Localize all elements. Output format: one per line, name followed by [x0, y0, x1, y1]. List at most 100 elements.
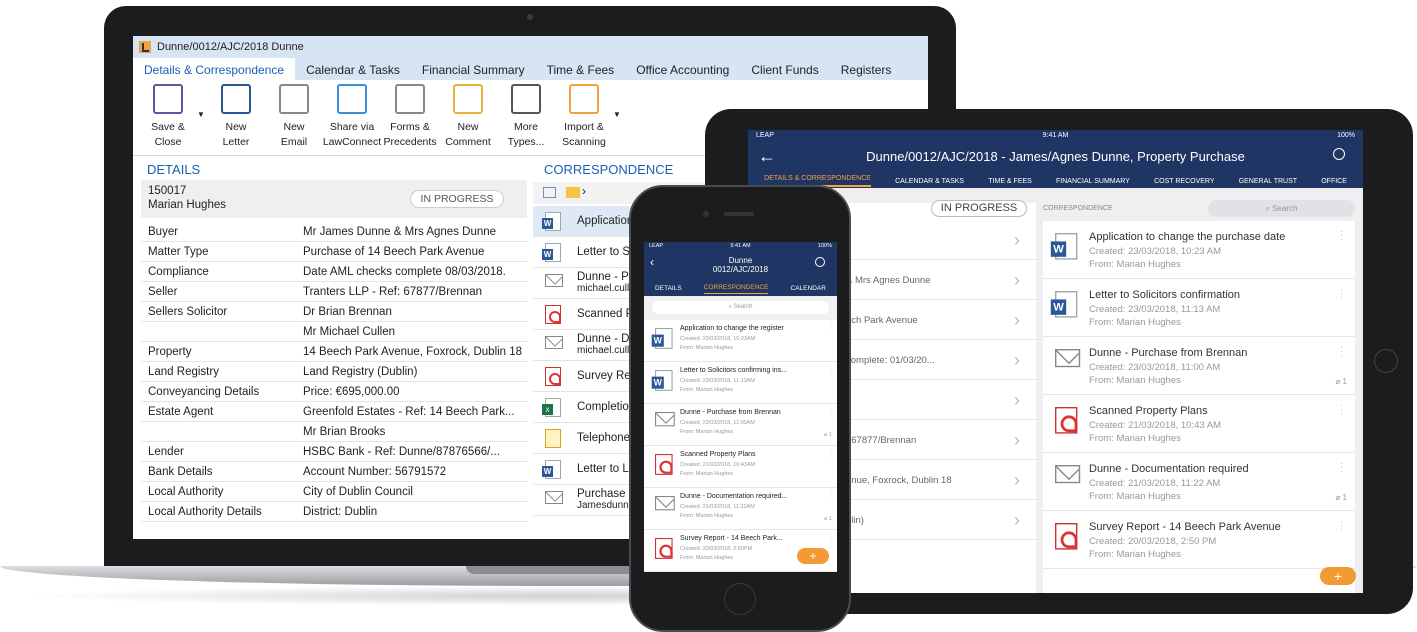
correspondence-item[interactable]: Dunne - Purchase from Brennan Created: 23…	[644, 404, 837, 446]
more-options-icon[interactable]: · · ·	[1340, 517, 1343, 534]
correspondence-item[interactable]: Scanned Property Plans Created: 21/03/201…	[644, 446, 837, 488]
status-badge[interactable]: IN PROGRESS	[931, 200, 1027, 217]
tab-office-accounting[interactable]: Office Accounting	[625, 58, 740, 80]
more-options-icon[interactable]: · · ·	[1340, 227, 1343, 244]
more-options-icon[interactable]: · · ·	[1340, 459, 1343, 476]
details-value[interactable]: Account Number: 56791572	[303, 462, 527, 481]
details-row: Bank Details Account Number: 56791572	[141, 462, 527, 482]
search-input[interactable]: ⌕ Search	[1208, 200, 1355, 217]
timer-icon[interactable]	[815, 257, 825, 267]
details-value[interactable]: Greenfold Estates - Ref: 14 Beech Park..…	[303, 402, 527, 421]
new-email-label2: Email	[280, 136, 308, 148]
details-value[interactable]: Date AML checks complete 08/03/2018.	[303, 262, 527, 281]
forms-precedents-label2: Precedents	[383, 136, 437, 148]
correspondence-heading: CORRESPONDENCE	[1043, 205, 1113, 212]
timer-icon[interactable]	[1333, 148, 1345, 160]
save-close-label1: Save &	[151, 121, 185, 133]
forms-precedents-icon	[395, 84, 425, 114]
word-doc-icon	[651, 370, 673, 391]
more-options-icon[interactable]: · · ·	[830, 448, 832, 460]
matter-title-line1: Dunne	[728, 256, 753, 265]
tab-financial-summary[interactable]: FINANCIAL SUMMARY	[1056, 178, 1130, 185]
new-comment-label2: Comment	[445, 136, 491, 148]
more-options-icon[interactable]: · · ·	[830, 322, 832, 334]
dropdown-arrow-icon[interactable]: ▼	[613, 80, 623, 155]
clock: 9:41 AM	[1042, 132, 1069, 139]
details-value[interactable]: Dr Brian Brennan	[303, 302, 527, 321]
tab-time-fees[interactable]: Time & Fees	[536, 58, 626, 80]
add-button[interactable]: +	[797, 548, 829, 564]
more-options-icon[interactable]: · · ·	[830, 364, 832, 376]
correspondence-item[interactable]: Scanned Property Plans Created: 21/03/201…	[1043, 395, 1355, 453]
new-letter-button[interactable]: New Letter	[207, 80, 265, 155]
details-label: Property	[148, 346, 192, 358]
details-value[interactable]: Mr James Dunne & Mrs Agnes Dunne	[303, 222, 527, 241]
phone-tabs: DETAILS CORRESPONDENCE CALENDAR	[644, 281, 837, 296]
details-value[interactable]: Mr Brian Brooks	[303, 422, 527, 441]
forms-precedents-button[interactable]: Forms & Precedents	[381, 80, 439, 155]
details-value[interactable]: Price: €695,000.00	[303, 382, 527, 401]
tab-time-fees[interactable]: TIME & FEES	[988, 178, 1032, 185]
laptop-notch	[466, 566, 636, 574]
save-close-label2: Close	[154, 136, 182, 148]
tab-client-funds[interactable]: Client Funds	[740, 58, 829, 80]
more-options-icon[interactable]: · · ·	[830, 406, 832, 418]
new-email-button[interactable]: New Email	[265, 80, 323, 155]
correspondence-item[interactable]: Application to change the purchase date C…	[1043, 221, 1355, 279]
details-value[interactable]: Tranters LLP - Ref: 67877/Brennan	[303, 282, 527, 301]
details-row: Lender HSBC Bank - Ref: Dunne/87876566/..…	[141, 442, 527, 462]
more-options-icon[interactable]: · · ·	[1340, 285, 1343, 302]
tab-calendar-tasks[interactable]: Calendar & Tasks	[295, 58, 411, 80]
tab-details[interactable]: DETAILS	[655, 285, 682, 292]
correspondence-item[interactable]: Dunne - Documentation required Created: 2…	[1043, 453, 1355, 511]
tab-calendar[interactable]: CALENDAR	[791, 285, 826, 292]
more-options-icon[interactable]: · · ·	[1340, 343, 1343, 360]
tab-general-trust[interactable]: GENERAL TRUST	[1239, 178, 1297, 185]
details-value[interactable]: District: Dublin	[303, 502, 527, 521]
search-input[interactable]: ⌕ Search	[652, 301, 829, 314]
tab-correspondence[interactable]: CORRESPONDENCE	[703, 284, 769, 294]
correspondence-item[interactable]: Letter to Solicitors confirming ins... Cr…	[644, 362, 837, 404]
excel-doc-icon	[542, 398, 561, 417]
details-value[interactable]: Mr Michael Cullen	[303, 322, 527, 341]
correspondence-item[interactable]: Survey Report - 14 Beech Park Avenue Crea…	[1043, 511, 1355, 569]
correspondence-item[interactable]: Application to change the register Create…	[644, 320, 837, 362]
tab-registers[interactable]: Registers	[830, 58, 903, 80]
correspondence-item[interactable]: Dunne - Documentation required... Created…	[644, 488, 837, 530]
more-options-icon[interactable]: · · ·	[830, 532, 832, 544]
details-value[interactable]: Land Registry (Dublin)	[303, 362, 527, 381]
details-value[interactable]: 14 Beech Park Avenue, Foxrock, Dublin 18	[303, 342, 527, 361]
new-comment-button[interactable]: New Comment	[439, 80, 497, 155]
tab-calendar-tasks[interactable]: CALENDAR & TASKS	[895, 178, 964, 185]
layout-icon[interactable]	[543, 187, 556, 198]
pdf-doc-icon	[655, 538, 673, 559]
tab-cost-recovery[interactable]: COST RECOVERY	[1154, 178, 1214, 185]
note-icon	[545, 429, 561, 448]
dropdown-arrow-icon[interactable]: ▼	[197, 80, 207, 155]
status-badge[interactable]: IN PROGRESS	[410, 190, 504, 208]
save-close-button[interactable]: Save & Close	[139, 80, 197, 155]
folder-icon[interactable]	[566, 187, 580, 198]
more-options-icon[interactable]: · · ·	[1340, 401, 1343, 418]
correspondence-created: Created: 21/03/2018, 11:22 AM	[1089, 478, 1221, 489]
tab-office[interactable]: OFFICE	[1321, 178, 1347, 185]
tab-details-correspondence[interactable]: Details & Correspondence	[133, 58, 296, 80]
more-types-icon	[511, 84, 541, 114]
details-value[interactable]: Purchase of 14 Beech Park Avenue	[303, 242, 527, 261]
details-label: Sellers Solicitor	[148, 306, 228, 318]
details-heading: DETAILS	[147, 162, 201, 177]
add-button[interactable]: +	[1320, 567, 1356, 585]
tab-financial-summary[interactable]: Financial Summary	[411, 58, 536, 80]
import-scanning-label1: Import &	[564, 121, 604, 133]
details-value[interactable]: HSBC Bank - Ref: Dunne/87876566/...	[303, 442, 527, 461]
lawconnect-share-button[interactable]: Share via LawConnect	[323, 80, 381, 155]
details-value[interactable]: City of Dublin Council	[303, 482, 527, 501]
phone-home-button	[724, 583, 756, 615]
more-options-icon[interactable]: · · ·	[830, 490, 832, 502]
more-types-button[interactable]: More Types...	[497, 80, 555, 155]
correspondence-item[interactable]: Dunne - Purchase from Brennan Created: 23…	[1043, 337, 1355, 395]
import-scanning-button[interactable]: Import & Scanning	[555, 80, 613, 155]
forms-precedents-label1: Forms &	[390, 121, 430, 133]
correspondence-title: Dunne - Purchase from Brennan	[680, 409, 781, 416]
correspondence-item[interactable]: Letter to Solicitors confirmation Created…	[1043, 279, 1355, 337]
